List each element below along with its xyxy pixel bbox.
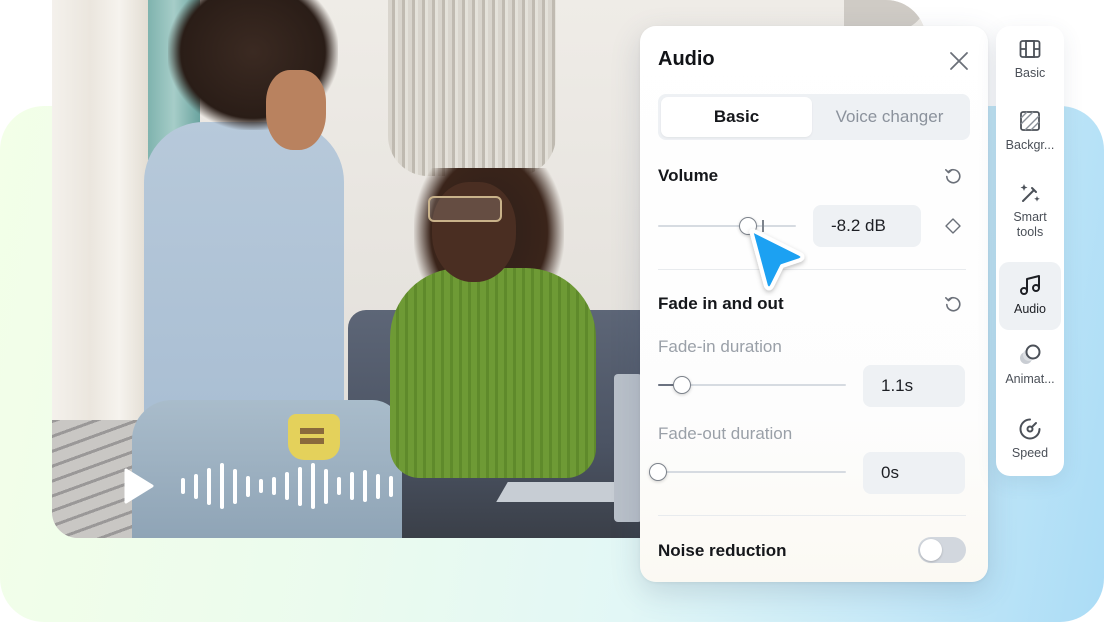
laptop-screen [614, 374, 642, 522]
photo-person-left-face [266, 70, 326, 150]
rail-item-label: Backgr... [1005, 138, 1055, 152]
rail-item-label: Smart tools [1013, 210, 1047, 239]
tool-rail: Basic Backgr... Smart tools Audio Animat… [996, 26, 1064, 476]
fade-label: Fade in and out [658, 294, 784, 313]
animation-icon [1017, 342, 1043, 368]
magic-wand-icon [1017, 180, 1043, 206]
rail-item-label: Audio [1014, 302, 1046, 316]
rail-item-label: Speed [1011, 446, 1049, 460]
panel-title: Audio [658, 48, 715, 70]
waveform-bar [376, 473, 380, 499]
rail-item-speed[interactable]: Speed [999, 416, 1061, 472]
waveform-bar [311, 463, 315, 509]
rail-item-label: Basic [1014, 66, 1046, 80]
fade-in-slider-thumb[interactable] [673, 376, 691, 394]
tab-basic[interactable]: Basic [661, 97, 812, 137]
fade-in-slider[interactable] [658, 375, 846, 395]
waveform-bar [194, 473, 198, 499]
waveform-bar [350, 472, 354, 500]
fade-in-value-input[interactable]: 1.1s [863, 365, 965, 407]
fade-out-value-input[interactable]: 0s [863, 452, 965, 494]
keyframe-diamond-icon[interactable] [944, 217, 962, 235]
divider [658, 269, 966, 270]
divider [658, 515, 966, 516]
photo-wall-hanging [388, 0, 556, 176]
waveform-bar [207, 467, 211, 505]
fade-out-slider-track [658, 471, 846, 473]
volume-slider-track [658, 225, 796, 227]
audio-panel: Audio Basic Voice changer Volume -8.2 dB… [640, 26, 988, 582]
fade-out-label: Fade-out duration [658, 424, 793, 443]
tab-voice-changer[interactable]: Voice changer [812, 97, 967, 137]
volume-default-tick [762, 220, 764, 232]
speedometer-icon [1017, 416, 1043, 442]
volume-slider-thumb[interactable] [739, 217, 757, 235]
waveform-bar [324, 468, 328, 504]
waveform-bar [285, 472, 289, 500]
waveform-bar [220, 463, 224, 509]
rail-item-smart-tools[interactable]: Smart tools [999, 180, 1061, 250]
waveform-bar [181, 478, 185, 494]
waveform-bar [246, 475, 250, 497]
photo-curtain [52, 0, 148, 430]
waveform-bar [389, 475, 393, 497]
fade-reset-icon[interactable] [944, 295, 962, 313]
audio-waveform [181, 463, 393, 509]
volume-reset-icon[interactable] [944, 167, 962, 185]
waveform-bar [337, 477, 341, 495]
photo-mug [288, 414, 340, 460]
photo-laptop [496, 374, 642, 522]
waveform-bar [298, 466, 302, 506]
toggle-knob [920, 539, 942, 561]
music-note-icon [1017, 272, 1043, 298]
rail-item-basic[interactable]: Basic [999, 36, 1061, 92]
waveform-bar [363, 470, 367, 502]
noise-reduction-toggle[interactable] [918, 537, 966, 563]
background-icon [1017, 108, 1043, 134]
fade-out-slider-thumb[interactable] [649, 463, 667, 481]
fade-in-label: Fade-in duration [658, 337, 782, 356]
waveform-bar [272, 477, 276, 495]
rail-item-audio[interactable]: Audio [999, 262, 1061, 330]
play-icon[interactable] [123, 467, 155, 505]
photo-person-left-shirt [144, 122, 344, 432]
photo-glasses [428, 196, 502, 222]
rail-item-animation[interactable]: Animat... [999, 342, 1061, 398]
volume-slider[interactable] [658, 216, 796, 236]
volume-value-input[interactable]: -8.2 dB [813, 205, 921, 247]
waveform-bar [233, 468, 237, 504]
close-icon[interactable] [948, 50, 970, 72]
film-icon [1017, 36, 1043, 62]
volume-label: Volume [658, 166, 719, 185]
rail-item-background[interactable]: Backgr... [999, 108, 1061, 164]
waveform-bar [259, 479, 263, 493]
fade-out-slider[interactable] [649, 462, 846, 482]
laptop-base [496, 482, 628, 502]
rail-item-label: Animat... [1005, 372, 1055, 386]
noise-reduction-label: Noise reduction [658, 541, 787, 560]
audio-tabs: Basic Voice changer [658, 94, 970, 140]
